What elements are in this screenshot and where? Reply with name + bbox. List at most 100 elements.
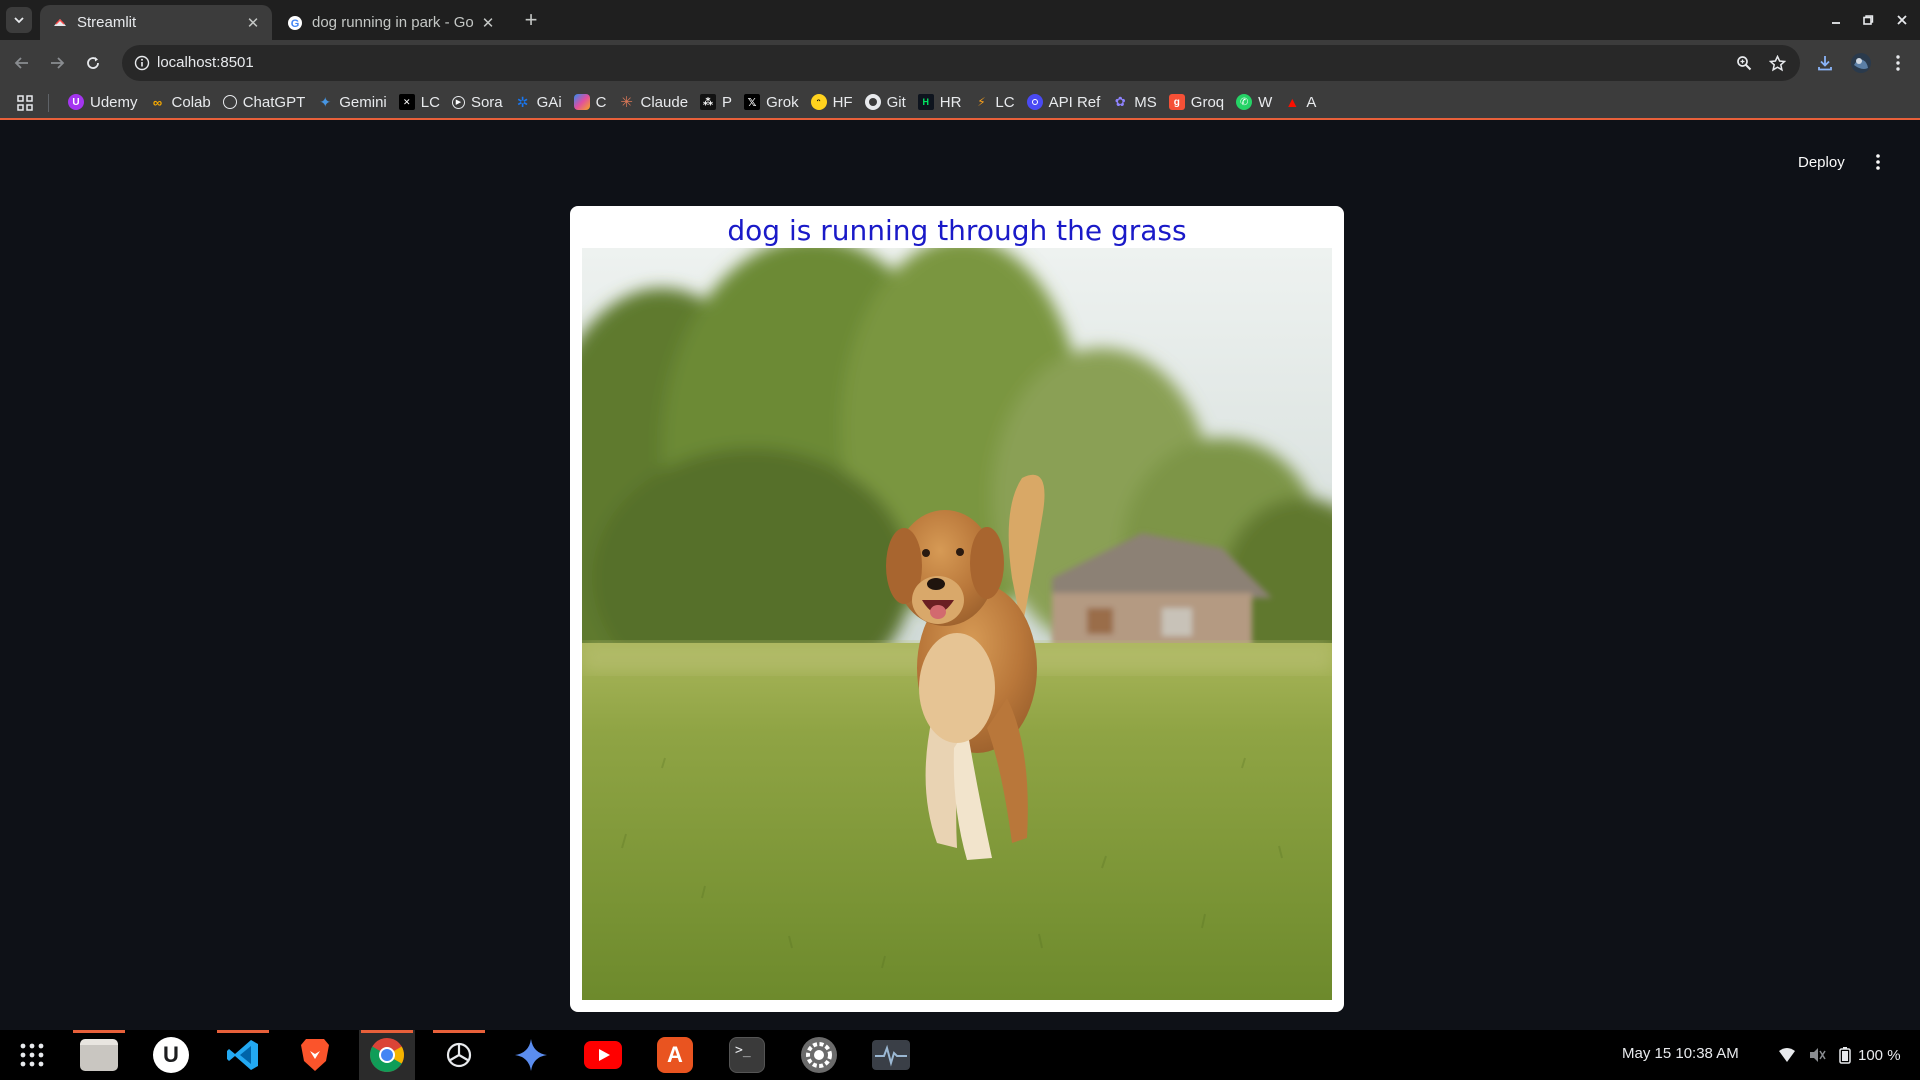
bookmark-huggingface[interactable]: ᵔ HF xyxy=(805,88,859,116)
tab-search-button[interactable] xyxy=(6,7,32,33)
taskbar-chrome[interactable] xyxy=(359,1030,415,1080)
hackerrank-icon: H xyxy=(917,94,934,110)
adobe-icon: ▲ xyxy=(1285,94,1300,110)
taskbar-gemini[interactable] xyxy=(503,1030,559,1080)
bookmark-claude[interactable]: ✳ Claude xyxy=(613,88,695,116)
files-icon xyxy=(80,1039,118,1071)
chevron-down-icon xyxy=(14,17,24,24)
app-menu-icon[interactable] xyxy=(1866,148,1890,176)
groq-icon: g xyxy=(1168,94,1185,110)
bookmark-label: HR xyxy=(939,93,962,111)
browser-menu-icon[interactable] xyxy=(1886,51,1910,75)
tab-title: Streamlit xyxy=(77,14,137,31)
battery-status[interactable]: 100 % xyxy=(1838,1045,1901,1065)
caption-card: dog is running through the grass xyxy=(570,206,1344,1012)
tab-google-search[interactable]: G dog running in park - Go ✕ xyxy=(275,5,507,40)
battery-percent: 100 % xyxy=(1858,1046,1901,1064)
perplexity-icon: ⁂ xyxy=(700,94,717,110)
bookmark-label: LC xyxy=(420,93,440,111)
close-icon[interactable]: ✕ xyxy=(479,14,497,32)
zoom-icon[interactable] xyxy=(1732,51,1756,75)
api-ref-icon xyxy=(1026,94,1043,110)
bookmark-label: Grok xyxy=(766,93,799,111)
taskbar-udemy[interactable]: U xyxy=(143,1030,199,1080)
taskbar-system-monitor[interactable] xyxy=(863,1030,919,1080)
reload-icon[interactable] xyxy=(81,51,105,75)
bookmark-github[interactable]: Git xyxy=(859,88,912,116)
tab-streamlit[interactable]: Streamlit ✕ xyxy=(40,5,272,40)
ms-icon: ✿ xyxy=(1114,94,1126,109)
profile-avatar[interactable] xyxy=(1849,51,1873,75)
taskbar-youtube[interactable] xyxy=(575,1030,631,1080)
new-tab-button[interactable]: + xyxy=(520,7,542,32)
streamlit-icon xyxy=(52,15,68,31)
wifi-icon[interactable] xyxy=(1778,1045,1796,1065)
site-info-icon[interactable] xyxy=(130,51,154,75)
os-taskbar: U A >_ May 15 10:38 AM 100 % xyxy=(0,1030,1920,1080)
langchain-icon: ⚡ xyxy=(977,95,986,109)
bookmark-colab[interactable]: ∞ Colab xyxy=(144,88,217,116)
bookmark-label: P xyxy=(722,93,733,111)
forward-icon[interactable] xyxy=(45,51,69,75)
bookmark-label: Git xyxy=(886,93,906,111)
apps-icon[interactable] xyxy=(16,94,34,112)
taskbar-terminal[interactable]: >_ xyxy=(719,1030,775,1080)
url-text: localhost:8501 xyxy=(157,54,254,71)
taskbar-files[interactable] xyxy=(71,1030,127,1080)
tab-title: dog running in park - Go xyxy=(312,14,474,31)
bookmark-grok[interactable]: 𝕏 Grok xyxy=(738,88,805,116)
bookmarks-divider xyxy=(48,94,49,112)
bookmark-ms[interactable]: ✿ MS xyxy=(1106,88,1163,116)
bookmark-api-ref[interactable]: API Ref xyxy=(1021,88,1107,116)
bookmark-groq[interactable]: g Groq xyxy=(1163,88,1230,116)
tab-strip: Streamlit ✕ G dog running in park - Go ✕… xyxy=(0,0,1920,40)
dog-image xyxy=(582,248,1332,1000)
bookmark-star-icon[interactable] xyxy=(1765,51,1789,75)
app-center-icon: A xyxy=(657,1037,693,1073)
apps-grid-icon xyxy=(20,1043,44,1067)
restore-icon[interactable] xyxy=(1858,10,1878,30)
bookmark-sora[interactable]: ▶ Sora xyxy=(446,88,509,116)
bookmark-gemini[interactable]: ✦ Gemini xyxy=(311,88,393,116)
taskbar-vscode[interactable] xyxy=(215,1030,271,1080)
bookmark-label: Colab xyxy=(171,93,211,111)
udemy-icon: U xyxy=(68,94,84,110)
taskbar-brave[interactable] xyxy=(287,1030,343,1080)
address-bar[interactable]: localhost:8501 xyxy=(122,45,1800,81)
clock[interactable]: May 15 10:38 AM xyxy=(1622,1045,1739,1062)
back-icon[interactable] xyxy=(10,51,34,75)
bookmark-chatgpt[interactable]: ChatGPT xyxy=(217,88,312,116)
minimize-icon[interactable] xyxy=(1826,10,1846,30)
colab-icon: ∞ xyxy=(152,94,163,110)
image-caption: dog is running through the grass xyxy=(727,214,1187,247)
gemini-app-icon xyxy=(515,1039,547,1071)
bookmark-leetcode[interactable]: ✕ LC xyxy=(393,88,446,116)
bookmark-hackerrank[interactable]: H HR xyxy=(912,88,968,116)
bookmark-label: Sora xyxy=(470,93,503,111)
close-window-icon[interactable] xyxy=(1892,10,1912,30)
deploy-button[interactable]: Deploy xyxy=(1788,148,1855,177)
download-icon[interactable] xyxy=(1813,51,1837,75)
bookmark-label: GAi xyxy=(536,93,562,111)
show-apps-button[interactable] xyxy=(4,1030,60,1080)
bookmark-label: HF xyxy=(832,93,853,111)
whatsapp-icon: ✆ xyxy=(1236,94,1253,110)
close-icon[interactable]: ✕ xyxy=(244,14,262,32)
volume-icon[interactable] xyxy=(1808,1045,1826,1065)
bookmark-label: Gemini xyxy=(339,93,387,111)
chrome-icon xyxy=(370,1038,404,1072)
taskbar-app-center[interactable]: A xyxy=(647,1030,703,1080)
svg-text:G: G xyxy=(291,18,300,30)
bookmark-adobe[interactable]: ▲ A xyxy=(1278,88,1322,116)
taskbar-chatgpt[interactable] xyxy=(431,1030,487,1080)
bookmark-gai[interactable]: ✲ GAi xyxy=(509,88,568,116)
streamlit-app: Deploy dog is running through the grass xyxy=(0,122,1920,1030)
taskbar-settings[interactable] xyxy=(791,1030,847,1080)
youtube-icon xyxy=(584,1041,622,1069)
bookmark-perplexity[interactable]: ⁂ P xyxy=(694,88,738,116)
bookmark-copilot[interactable]: C xyxy=(568,88,613,116)
bookmark-whatsapp[interactable]: ✆ W xyxy=(1230,88,1278,116)
bookmark-label: MS xyxy=(1134,93,1157,111)
bookmark-langchain[interactable]: ⚡ LC xyxy=(967,88,1020,116)
bookmark-udemy[interactable]: U Udemy xyxy=(62,88,144,116)
